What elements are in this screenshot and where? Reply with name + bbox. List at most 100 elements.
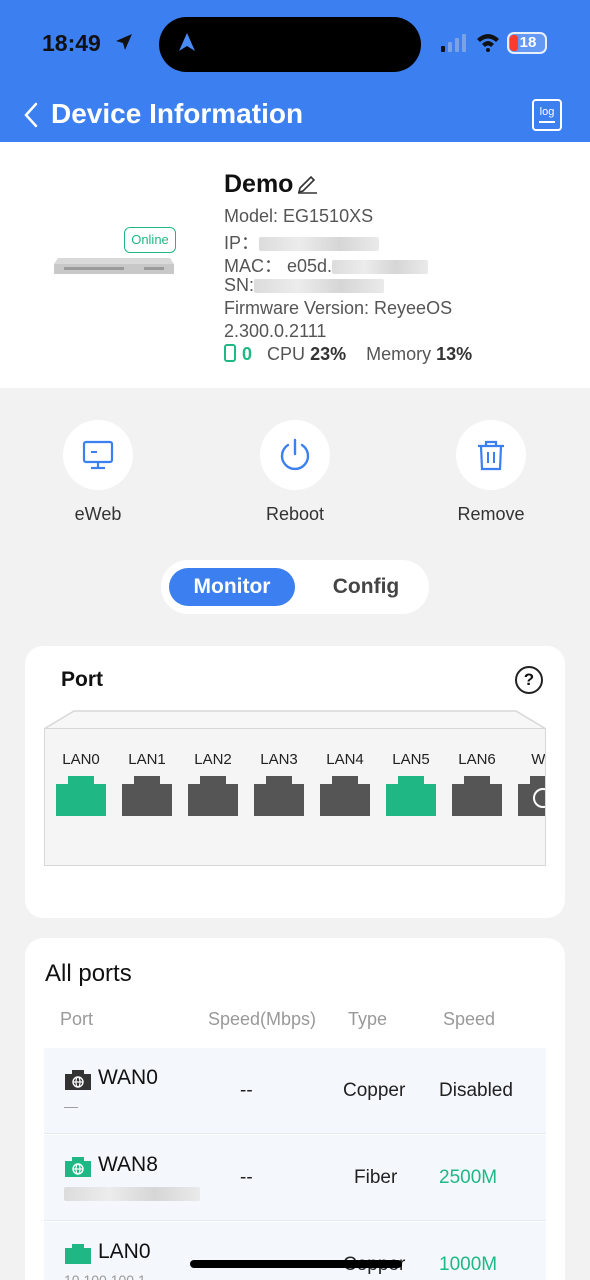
cellular-signal-icon [441,34,466,52]
ethernet-port-icon [188,776,238,816]
switch-port-lan5[interactable]: LAN5 [381,751,441,821]
reboot-action[interactable]: Reboot [235,420,355,525]
port-speed-mbps: -- [240,1080,253,1101]
edit-pencil-icon[interactable] [296,172,318,194]
all-ports-card: All ports Port Speed(Mbps) Type Speed WA… [25,938,565,1280]
router-device-image [54,258,174,274]
column-header-port: Port [60,1009,94,1029]
ethernet-port-icon [452,776,502,816]
lan-port-icon [65,1244,91,1264]
switch-port-lan2[interactable]: LAN2 [183,751,243,821]
switch-top-face [44,710,546,730]
help-icon[interactable]: ? [515,666,543,694]
client-device-icon [224,344,236,362]
eweb-button[interactable] [63,420,133,490]
port-type: Fiber [354,1167,398,1188]
port-speed: 2500M [439,1167,498,1188]
switch-port-label: LAN4 [326,751,364,768]
mac-prefix: e05d. [287,256,333,276]
wan-globe-icon [65,1070,91,1090]
switch-port-label: LAN0 [62,751,100,768]
home-indicator[interactable] [190,1260,402,1268]
device-sn: SN: [224,275,385,296]
firmware-build: 2.300.0.2111 [224,321,327,341]
firmware-version: Firmware Version: ReyeeOS [224,298,453,318]
ethernet-port-icon [386,776,436,816]
redacted-value [332,260,429,275]
port-name: WAN0 [98,1066,158,1089]
client-count: 0 [242,344,253,364]
ethernet-port-icon [254,776,304,816]
port-type: Copper [343,1080,406,1101]
port-name: LAN0 [98,1240,151,1263]
switch-front-panel: LAN0 LAN1 LAN2 LAN3 LAN4 LAN5 LAN6 WA [44,728,546,866]
switch-port-lan4[interactable]: LAN4 [315,751,375,821]
switch-port-lan3[interactable]: LAN3 [249,751,309,821]
switch-port-label: WA [531,751,545,768]
ip-label: IP： [224,233,260,253]
wan-globe-icon [518,776,545,816]
tab-monitor[interactable]: Monitor [169,568,295,606]
monitor-icon [82,440,114,470]
remove-label: Remove [457,504,525,524]
switch-port-label: LAN1 [128,751,166,768]
remove-button[interactable] [456,420,526,490]
status-time: 18:49 [42,30,101,56]
reboot-button[interactable] [260,420,330,490]
table-row[interactable]: WAN8 -- Fiber 2500M [44,1135,546,1221]
ethernet-port-icon [320,776,370,816]
port-speed: 1000M [439,1254,498,1275]
location-arrow-icon [116,34,132,50]
cpu-value: 23% [310,344,347,364]
device-info-card: Online Demo Model: EG1510XS IP： MAC： e05… [0,142,590,388]
port-panel-title: Port [61,668,103,691]
reboot-label: Reboot [265,504,325,524]
ethernet-port-icon [122,776,172,816]
column-header-type: Type [348,1009,388,1029]
tab-config[interactable]: Config [311,568,421,606]
wifi-icon [477,34,499,52]
page-title: Device Information [51,98,304,129]
column-header-speed: Speed [443,1009,496,1029]
port-subtext: — [64,1098,78,1114]
switch-port-label: LAN2 [194,751,232,768]
memory-label: Memory [366,344,432,364]
remove-action[interactable]: Remove [431,420,551,525]
wan-globe-icon [65,1157,91,1177]
redacted-value [64,1187,200,1202]
column-header-speed-mbps: Speed(Mbps) [208,1009,317,1029]
table-row[interactable]: LAN0 10.100.100.1 Copper 1000M [44,1222,546,1280]
dynamic-island [159,17,421,72]
port-speed-mbps: -- [240,1167,253,1188]
mac-label: MAC： [224,256,282,276]
chevron-left-icon[interactable] [22,100,42,130]
all-ports-title: All ports [45,960,132,987]
view-switcher: Monitor Config [161,560,429,614]
port-subtext: 10.100.100.1 [64,1272,146,1280]
port-speed: Disabled [439,1080,513,1101]
redacted-value [259,237,380,252]
switch-port-lan1[interactable]: LAN1 [117,751,177,821]
table-row[interactable]: WAN0 — -- Copper Disabled [44,1048,546,1134]
battery-level: 18 [519,34,537,51]
switch-port-lan0[interactable]: LAN0 [51,751,111,821]
switch-port-lan6[interactable]: LAN6 [447,751,507,821]
trash-icon [478,440,504,471]
device-stats: 0 CPU 23% Memory 13% [224,344,472,365]
eweb-label: eWeb [74,504,122,524]
port-name: WAN8 [98,1153,158,1176]
cpu-label: CPU [267,344,306,364]
ethernet-port-icon [56,776,106,816]
switch-port-label: LAN6 [458,751,496,768]
switch-port-label: LAN3 [260,751,298,768]
redacted-value [254,279,385,294]
memory-value: 13% [436,344,473,364]
navigation-arrow-icon [179,33,195,51]
log-button[interactable]: log [532,99,562,131]
eweb-action[interactable]: eWeb [38,420,158,525]
port-subtext [64,1185,200,1202]
port-panel: Port ? LAN0 LAN1 LAN2 LAN3 LAN4 LAN5 LAN6 WA [25,646,565,918]
power-icon [280,438,310,471]
device-model: Model: EG1510XS [224,206,374,226]
switch-port-wa[interactable]: WA [513,751,545,821]
